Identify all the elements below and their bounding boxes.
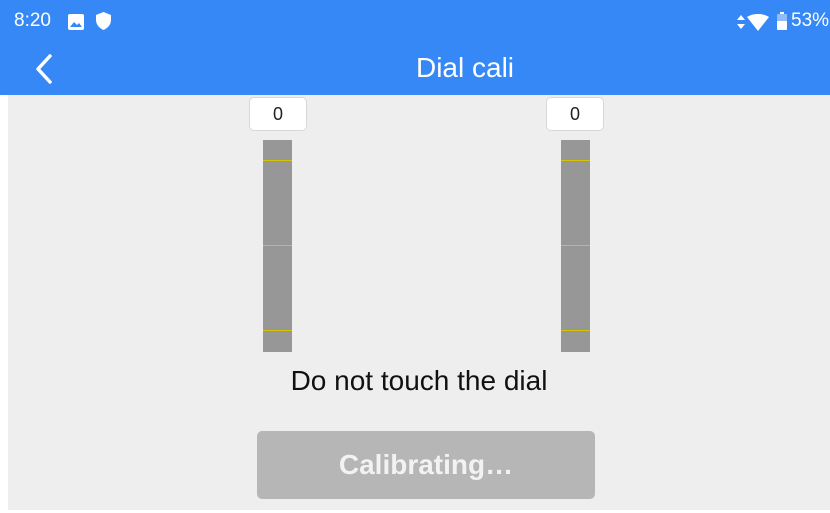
calibrating-button[interactable]: Calibrating… xyxy=(257,431,595,499)
shield-icon xyxy=(96,12,111,30)
instruction-text: Do not touch the dial xyxy=(290,365,548,396)
left-dial-bar xyxy=(263,140,292,352)
image-icon xyxy=(68,14,84,30)
left-dial-mark-center xyxy=(263,245,292,246)
right-dial-value: 0 xyxy=(546,97,604,131)
right-dial-bar xyxy=(561,140,590,352)
right-dial-mark-bottom xyxy=(561,330,590,331)
calibration-panel: 0 0 Do not touch the dial Calibrating… xyxy=(8,95,830,510)
network-icon xyxy=(737,15,745,29)
battery-percent: 53% xyxy=(791,10,830,31)
page-title: Dial cali xyxy=(415,52,515,83)
status-time: 8:20 xyxy=(14,10,51,31)
status-bar: 8:20 53% xyxy=(0,0,830,42)
left-dial-mark-bottom xyxy=(263,330,292,331)
app-header: 8:20 53% Dial cali xyxy=(0,0,830,95)
battery-icon xyxy=(777,12,787,30)
wifi-icon xyxy=(747,14,769,31)
left-dial-value: 0 xyxy=(249,97,307,131)
right-dial-mark-center xyxy=(561,245,590,246)
left-dial-mark-top xyxy=(263,160,292,161)
dial-calibration-screen: 8:20 53% Dial cali 0 0 Do not touch the … xyxy=(0,0,830,513)
right-dial-mark-top xyxy=(561,160,590,161)
